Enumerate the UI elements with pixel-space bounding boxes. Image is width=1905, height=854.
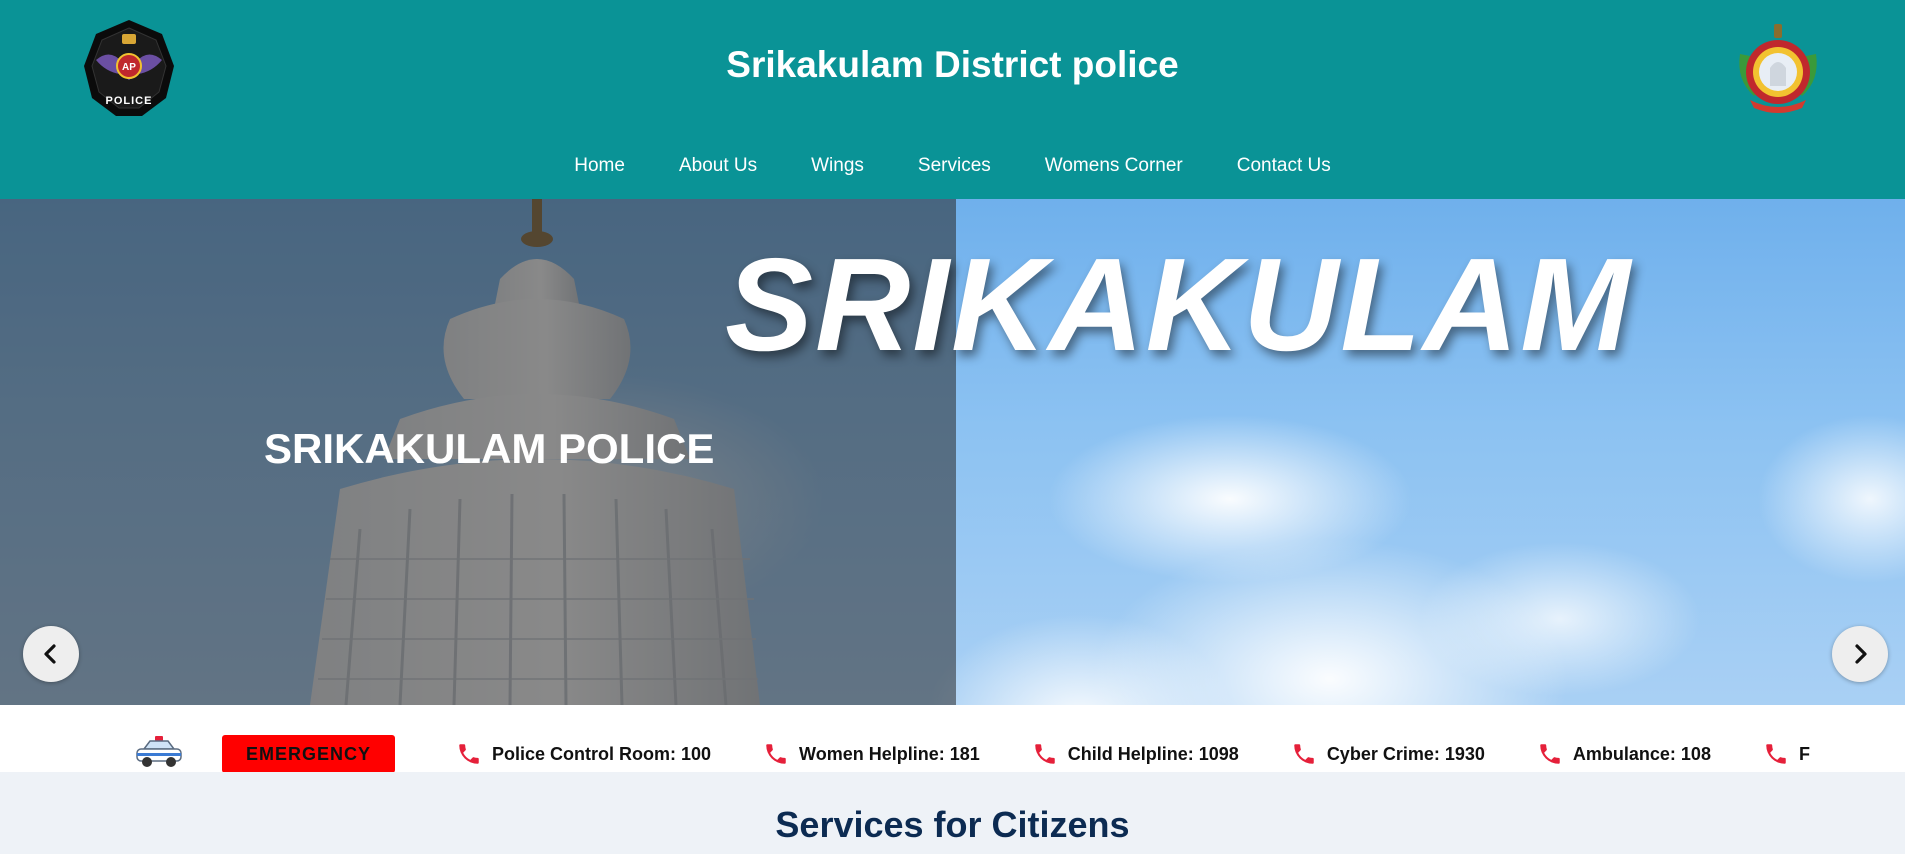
nav-home[interactable]: Home xyxy=(547,154,652,178)
helpline-label: Women Helpline: 181 xyxy=(799,743,980,764)
helpline-child[interactable]: Child Helpline: 1098 xyxy=(1032,741,1239,767)
helpline-label: F xyxy=(1798,743,1810,764)
hero-caption: SRIKAKULAM POLICE xyxy=(264,425,715,472)
helpline-label: Child Helpline: 1098 xyxy=(1067,743,1239,764)
nav-womens-corner[interactable]: Womens Corner xyxy=(1018,154,1210,178)
main-nav: Home About Us Wings Services Womens Corn… xyxy=(0,154,1905,178)
site-header: AP POLICE Srikakulam District police Hom… xyxy=(0,0,1905,199)
emergency-badge: EMERGENCY xyxy=(222,735,395,772)
phone-icon xyxy=(1035,744,1055,764)
nav-wings[interactable]: Wings xyxy=(784,154,891,178)
district-emblem-logo[interactable] xyxy=(1730,20,1826,116)
helpline-police-control-room[interactable]: Police Control Room: 100 xyxy=(456,741,711,767)
services-section-title: Services for Citizens xyxy=(775,804,1130,845)
phone-icon xyxy=(766,744,786,764)
nav-contact-us[interactable]: Contact Us xyxy=(1210,154,1358,178)
police-car-icon xyxy=(136,736,182,767)
chevron-left-icon xyxy=(44,644,56,664)
site-title: Srikakulam District police xyxy=(726,44,1179,85)
nav-services[interactable]: Services xyxy=(891,154,1018,178)
phone-icon xyxy=(1540,744,1560,764)
helpline-list: Police Control Room: 100 Women Helpline:… xyxy=(456,735,1862,772)
phone-icon xyxy=(1294,744,1314,764)
chevron-right-icon xyxy=(1855,644,1867,664)
helpline-label: Police Control Room: 100 xyxy=(492,743,712,764)
hero-banner-word: SRIKAKULAM xyxy=(725,231,1633,378)
phone-icon xyxy=(1766,744,1786,764)
helpline-women[interactable]: Women Helpline: 181 xyxy=(763,741,980,767)
emergency-ticker: EMERGENCY Police Control Room: 100 Women… xyxy=(0,705,1905,772)
helpline-label: Ambulance: 108 xyxy=(1572,743,1711,764)
svg-text:POLICE: POLICE xyxy=(106,95,153,107)
carousel-prev-button[interactable] xyxy=(23,626,79,682)
helpline-ambulance[interactable]: Ambulance: 108 xyxy=(1537,741,1711,767)
helpline-label: Cyber Crime: 1930 xyxy=(1326,743,1485,764)
nav-about-us[interactable]: About Us xyxy=(652,154,784,178)
phone-icon xyxy=(459,744,479,764)
helpline-fire[interactable]: F xyxy=(1763,741,1810,767)
carousel-next-button[interactable] xyxy=(1832,626,1888,682)
helpline-cyber-crime[interactable]: Cyber Crime: 1930 xyxy=(1291,741,1485,767)
hero-carousel[interactable]: SRIKAKULAM SRIKAKULAM POLICE xyxy=(0,199,1905,705)
